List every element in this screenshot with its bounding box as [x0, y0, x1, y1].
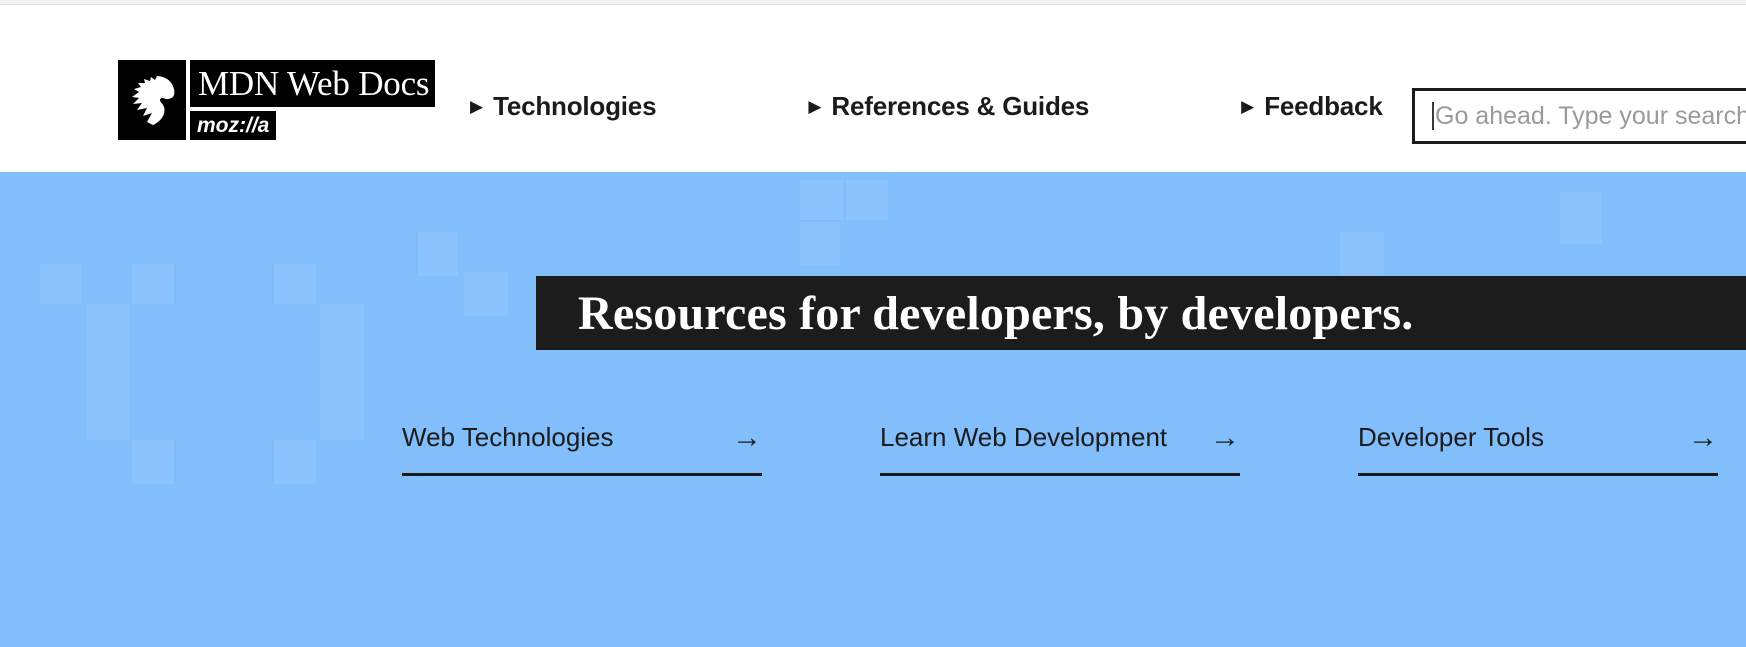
decorative-block — [274, 440, 316, 484]
caret-right-icon: ▶ — [808, 97, 822, 116]
mdn-logo[interactable]: MDN Web Docs moz://a — [118, 60, 436, 140]
search-input[interactable] — [1435, 91, 1746, 141]
nav-item-technologies[interactable]: ▶ Technologies — [470, 91, 657, 122]
hero-link-web-technologies[interactable]: Web Technologies → — [402, 422, 762, 476]
decorative-block — [132, 264, 174, 304]
nav-item-label: Feedback — [1264, 91, 1383, 121]
main-navigation: ▶ Technologies ▶ References & Guides ▶ F… — [470, 91, 1383, 122]
nav-item-feedback[interactable]: ▶ Feedback — [1241, 91, 1383, 122]
logo-moz-wordmark: moz://a — [190, 111, 277, 140]
decorative-block — [1340, 232, 1384, 276]
decorative-block — [418, 232, 458, 276]
decorative-block — [1560, 192, 1602, 244]
decorative-block — [800, 180, 844, 220]
site-header: MDN Web Docs moz://a ▶ Technologies ▶ Re… — [0, 5, 1746, 172]
nav-item-references-and-guides[interactable]: ▶ References & Guides — [808, 91, 1089, 122]
hero-link-label: Developer Tools — [1358, 422, 1544, 452]
arrow-right-icon: → — [1210, 420, 1240, 454]
dino-head-icon — [118, 60, 186, 140]
page-title: Resources for developers, by developers. — [578, 286, 1414, 340]
decorative-block — [132, 440, 174, 484]
arrow-right-icon: → — [1688, 420, 1718, 454]
hero-link-developer-tools[interactable]: Developer Tools → — [1358, 422, 1718, 476]
hero-link-list: Web Technologies → Learn Web Development… — [402, 422, 1718, 476]
caret-right-icon: ▶ — [470, 97, 484, 116]
decorative-block — [846, 180, 888, 220]
hero-link-label: Web Technologies — [402, 422, 614, 452]
decorative-block — [320, 304, 364, 440]
decorative-block — [274, 264, 316, 304]
logo-wordmark: MDN Web Docs — [190, 60, 436, 107]
caret-right-icon: ▶ — [1241, 97, 1255, 116]
hero-banner: Resources for developers, by developers. — [536, 276, 1746, 350]
nav-item-label: Technologies — [493, 91, 657, 121]
hero-link-learn-web-development[interactable]: Learn Web Development → — [880, 422, 1240, 476]
decorative-block — [86, 304, 130, 440]
search-box[interactable] — [1412, 88, 1746, 144]
decorative-block — [464, 272, 508, 316]
nav-item-label: References & Guides — [831, 91, 1090, 121]
hero-link-label: Learn Web Development — [880, 422, 1168, 452]
hero-section: Resources for developers, by developers.… — [0, 172, 1746, 647]
text-caret-icon — [1432, 102, 1434, 130]
arrow-right-icon: → — [732, 420, 762, 454]
decorative-block — [800, 222, 840, 266]
decorative-block — [40, 264, 82, 304]
